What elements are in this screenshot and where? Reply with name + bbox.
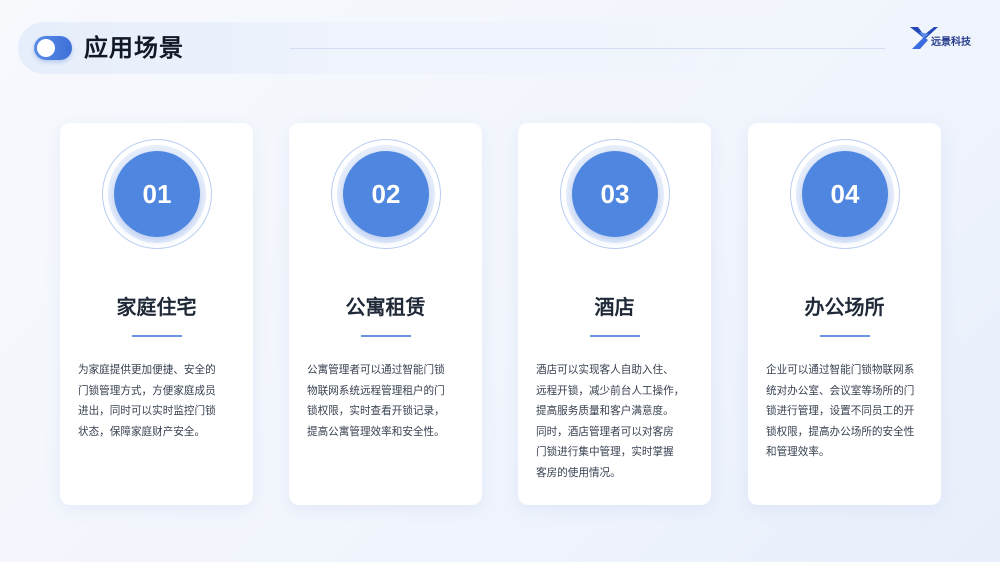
card-title: 家庭住宅 (116, 295, 197, 319)
desc-line: 企业可以通过智能门锁物联网系 (766, 364, 915, 376)
scenario-card: 04 办公场所 企业可以通过智能门锁物联网系 统对办公室、会议室等场所的门 锁进… (748, 123, 941, 505)
card-description: 为家庭提供更加便捷、安全的 门锁管理方式，方便家庭成员 进出，同时可以实时监控门… (78, 360, 236, 442)
desc-line: 提高服务质量和客户满意度。 (536, 405, 674, 417)
desc-line: 门锁管理方式，方便家庭成员 (78, 384, 216, 397)
card-underline (361, 335, 411, 337)
card-number: 01 (114, 151, 200, 237)
desc-line: 为家庭提供更加便捷、安全的 (78, 364, 216, 376)
desc-line: 锁进行管理，设置不同员工的开 (766, 405, 915, 417)
desc-line: 物联网系统远程管理租户的门 (307, 384, 445, 397)
desc-line: 门锁进行集中管理，实时掌握 (536, 446, 674, 458)
card-underline (590, 335, 640, 337)
toggle-icon (34, 36, 72, 60)
card-title: 酒店 (594, 295, 635, 319)
logo-text: 远景科技 (931, 37, 971, 48)
card-underline (132, 335, 182, 337)
desc-line: 公寓管理者可以通过智能门锁 (307, 364, 445, 376)
card-number: 04 (802, 151, 888, 237)
desc-line: 状态，保障家庭财产安全。 (78, 425, 206, 438)
desc-line: 和管理效率。 (766, 446, 830, 458)
card-number: 02 (343, 151, 429, 237)
page-title: 应用场景 (84, 34, 184, 62)
toggle-knob (37, 39, 55, 57)
desc-line: 锁权限，实时查看开锁记录， (307, 405, 445, 417)
desc-line: 远程开锁，减少前台人工操作， (536, 384, 685, 397)
desc-line: 提高公寓管理效率和安全性。 (307, 425, 445, 438)
card-description: 企业可以通过智能门锁物联网系 统对办公室、会议室等场所的门 锁进行管理，设置不同… (766, 360, 924, 463)
card-title: 办公场所 (804, 295, 885, 319)
scenario-card: 01 家庭住宅 为家庭提供更加便捷、安全的 门锁管理方式，方便家庭成员 进出，同… (60, 123, 253, 505)
card-description: 酒店可以实现客人自助入住、 远程开锁，减少前台人工操作， 提高服务质量和客户满意… (536, 360, 694, 483)
scenario-card: 02 公寓租赁 公寓管理者可以通过智能门锁 物联网系统远程管理租户的门 锁权限，… (289, 123, 482, 505)
desc-line: 酒店可以实现客人自助入住、 (536, 364, 674, 376)
scenario-card: 03 酒店 酒店可以实现客人自助入住、 远程开锁，减少前台人工操作， 提高服务质… (518, 123, 711, 505)
desc-line: 客房的使用情况。 (536, 466, 621, 479)
header-divider (290, 48, 885, 49)
card-number: 03 (572, 151, 658, 237)
card-description: 公寓管理者可以通过智能门锁 物联网系统远程管理租户的门 锁权限，实时查看开锁记录… (307, 360, 465, 442)
desc-line: 统对办公室、会议室等场所的门 (766, 384, 915, 397)
card-title: 公寓租赁 (345, 295, 426, 319)
card-underline (820, 335, 870, 337)
desc-line: 锁权限，提高办公场所的安全性 (766, 425, 915, 438)
desc-line: 进出，同时可以实时监控门锁 (78, 405, 216, 417)
desc-line: 同时，酒店管理者可以对客房 (536, 425, 674, 438)
